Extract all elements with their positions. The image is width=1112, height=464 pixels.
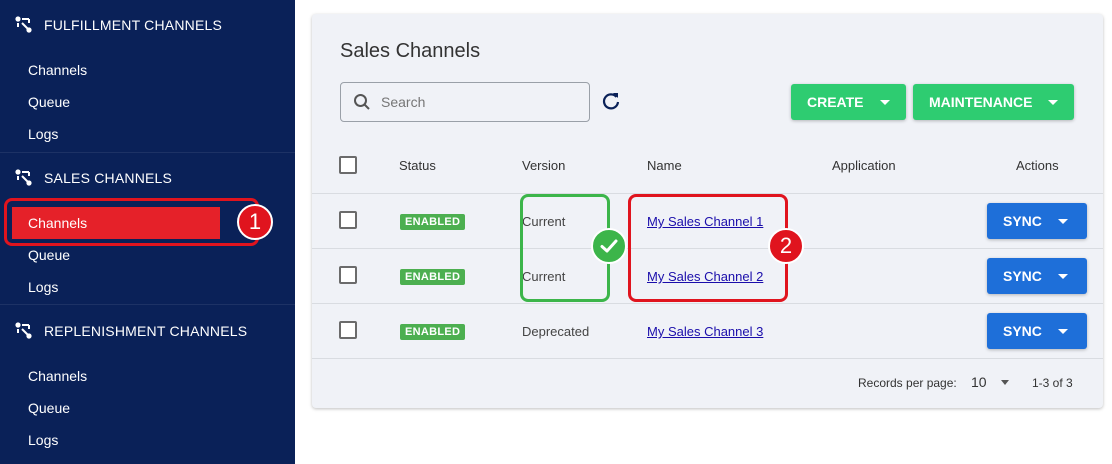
sidebar-item-replenishment-channels[interactable]: Channels — [28, 364, 87, 388]
search-placeholder: Search — [381, 94, 426, 110]
status-badge: ENABLED — [400, 214, 466, 230]
check-icon — [600, 239, 618, 253]
divider — [0, 152, 295, 153]
header-status[interactable]: Status — [399, 158, 436, 173]
chevron-down-icon — [1048, 99, 1059, 105]
sales-channels-card: Sales Channels Search CREATE MAINTENANCE… — [312, 14, 1103, 408]
refresh-button[interactable] — [600, 90, 622, 112]
section-title: REPLENISHMENT CHANNELS — [44, 323, 248, 339]
create-button[interactable]: CREATE — [791, 84, 906, 120]
callout-badge-1: 1 — [237, 204, 273, 240]
sync-button[interactable]: SYNC — [987, 258, 1087, 294]
status-badge: ENABLED — [400, 269, 466, 285]
divider — [312, 358, 1103, 359]
sidebar-item-replenishment-logs[interactable]: Logs — [28, 428, 58, 452]
divider — [0, 304, 295, 305]
divider — [312, 303, 1103, 304]
header-name[interactable]: Name — [647, 158, 682, 173]
sidebar-item-fulfillment-queue[interactable]: Queue — [28, 90, 70, 114]
header-application[interactable]: Application — [832, 158, 896, 173]
pagination-range: 1-3 of 3 — [1032, 376, 1073, 390]
chevron-down-icon — [1057, 218, 1068, 224]
callout-highlight-1 — [4, 198, 259, 246]
records-per-page-value: 10 — [971, 374, 987, 390]
channels-icon — [12, 319, 36, 343]
channels-icon — [12, 13, 36, 37]
sync-label: SYNC — [1003, 213, 1042, 229]
search-input[interactable]: Search — [340, 82, 590, 122]
sidebar-item-sales-queue[interactable]: Queue — [28, 243, 70, 267]
sidebar-item-replenishment-queue[interactable]: Queue — [28, 396, 70, 420]
header-actions: Actions — [1016, 158, 1059, 173]
records-per-page-label: Records per page: — [858, 376, 957, 390]
main-content: Sales Channels Search CREATE MAINTENANCE… — [295, 0, 1112, 464]
chevron-down-icon — [1057, 273, 1068, 279]
section-header-replenishment[interactable]: REPLENISHMENT CHANNELS — [0, 311, 295, 351]
row-checkbox[interactable] — [339, 211, 357, 229]
create-label: CREATE — [807, 94, 864, 110]
sidebar-item-fulfillment-logs[interactable]: Logs — [28, 122, 58, 146]
callout-highlight-2 — [628, 194, 788, 302]
header-version[interactable]: Version — [522, 158, 565, 173]
sync-label: SYNC — [1003, 268, 1042, 284]
row-checkbox[interactable] — [339, 266, 357, 284]
section-title: SALES CHANNELS — [44, 170, 173, 186]
chevron-down-icon — [1000, 379, 1009, 385]
status-badge: ENABLED — [400, 324, 466, 340]
search-icon — [354, 94, 370, 110]
section-header-fulfillment[interactable]: FULFILLMENT CHANNELS — [0, 5, 295, 45]
section-title: FULFILLMENT CHANNELS — [44, 17, 223, 33]
page-title: Sales Channels — [340, 40, 481, 62]
row-checkbox[interactable] — [339, 321, 357, 339]
check-badge — [591, 228, 627, 264]
chevron-down-icon — [879, 99, 890, 105]
sync-label: SYNC — [1003, 323, 1042, 339]
maintenance-label: MAINTENANCE — [929, 94, 1033, 110]
sidebar: FULFILLMENT CHANNELS Channels Queue Logs… — [0, 0, 295, 464]
section-header-sales[interactable]: SALES CHANNELS — [0, 158, 295, 198]
channel-name-link[interactable]: My Sales Channel 3 — [647, 324, 763, 339]
refresh-icon — [602, 93, 620, 110]
version-cell: Deprecated — [522, 324, 590, 339]
select-all-checkbox[interactable] — [339, 156, 357, 174]
sync-button[interactable]: SYNC — [987, 203, 1087, 239]
records-per-page-select[interactable]: 10 — [971, 374, 1009, 390]
maintenance-button[interactable]: MAINTENANCE — [913, 84, 1075, 120]
sidebar-item-sales-logs[interactable]: Logs — [28, 275, 58, 299]
chevron-down-icon — [1057, 328, 1068, 334]
channels-icon — [12, 166, 36, 190]
sidebar-item-fulfillment-channels[interactable]: Channels — [28, 58, 87, 82]
callout-badge-2: 2 — [768, 228, 804, 264]
sync-button[interactable]: SYNC — [987, 313, 1087, 349]
